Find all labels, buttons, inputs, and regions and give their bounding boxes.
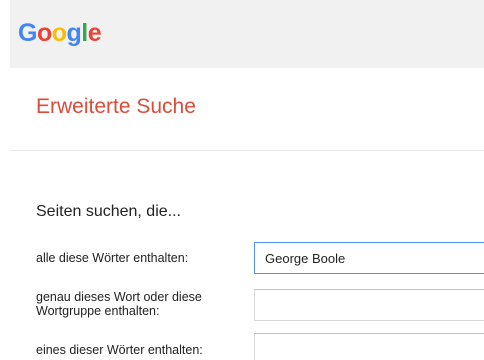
any-words-input[interactable] xyxy=(254,333,484,360)
logo-letter: G xyxy=(18,19,37,47)
section-heading: Seiten suchen, die... xyxy=(36,203,181,220)
all-words-input[interactable] xyxy=(254,242,484,274)
exact-phrase-input[interactable] xyxy=(254,289,484,321)
google-logo[interactable]: Google xyxy=(18,18,102,48)
page-title: Erweiterte Suche xyxy=(36,95,196,118)
logo-letter: e xyxy=(87,19,102,47)
logo-letter: o xyxy=(36,19,52,47)
any-words-label: eines dieser Wörter enthalten: xyxy=(36,343,203,357)
exact-phrase-label: genau dieses Wort oder diese Wortgruppe … xyxy=(36,290,202,318)
logo-letter: g xyxy=(66,19,82,47)
advanced-search-page: Google Erweiterte Suche Seiten suchen, d… xyxy=(0,0,484,360)
all-words-label: alle diese Wörter enthalten: xyxy=(36,251,189,265)
header-divider xyxy=(10,150,484,151)
top-bar: Google xyxy=(10,0,484,68)
logo-letter: o xyxy=(51,19,67,47)
